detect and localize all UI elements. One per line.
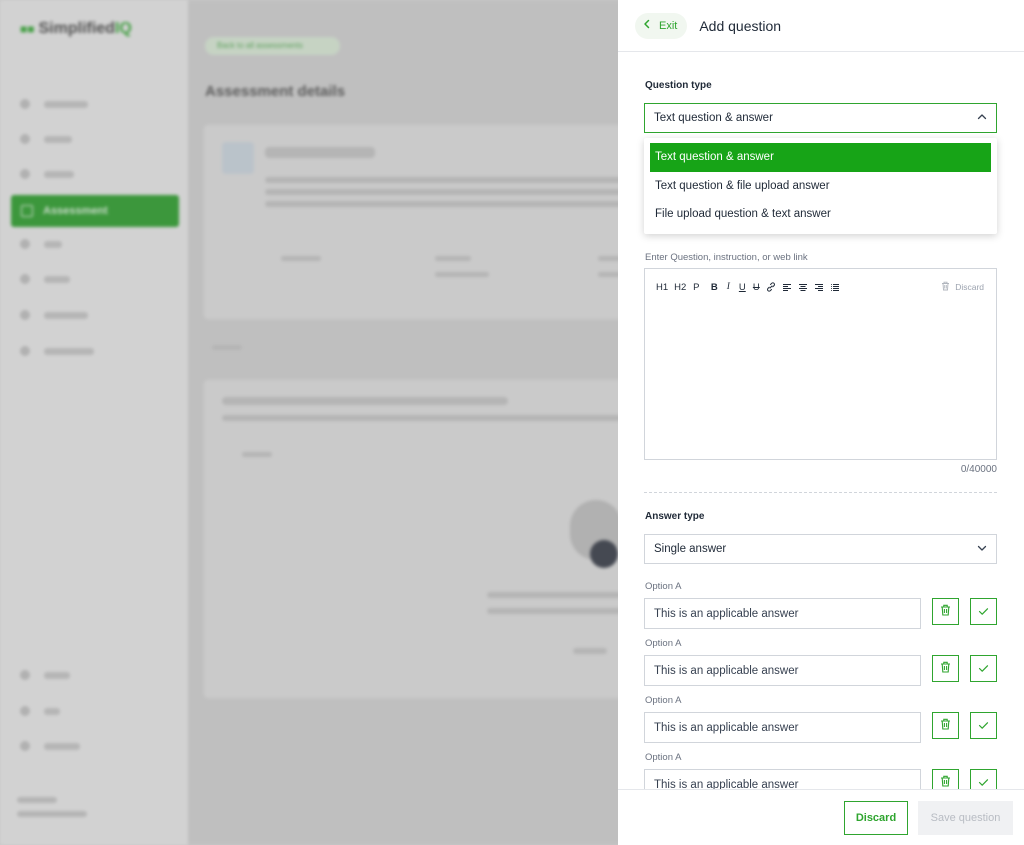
delete-option-button[interactable]	[932, 712, 959, 739]
editor-discard-button[interactable]: Discard	[941, 281, 984, 293]
section-divider	[644, 492, 997, 493]
delete-option-button[interactable]	[932, 598, 959, 625]
link-icon[interactable]	[766, 281, 776, 293]
trash-icon	[940, 660, 951, 678]
heading1-button[interactable]: H1	[656, 281, 668, 293]
save-question-button[interactable]: Save question	[918, 801, 1013, 835]
question-type-option[interactable]: File upload question & text answer	[650, 200, 991, 229]
chevron-up-icon	[977, 112, 987, 124]
delete-option-button[interactable]	[932, 655, 959, 682]
option-input[interactable]: This is an applicable answer	[644, 655, 921, 686]
check-icon	[978, 660, 989, 678]
trash-icon	[941, 281, 950, 293]
bold-button[interactable]: B	[710, 281, 718, 293]
answer-type-value: Single answer	[654, 543, 727, 555]
align-right-icon[interactable]	[814, 281, 824, 293]
chevron-left-icon	[643, 19, 651, 32]
option-input[interactable]: This is an applicable answer	[644, 712, 921, 743]
question-type-dropdown: Text question & answer Text question & f…	[644, 138, 997, 234]
check-icon	[978, 717, 989, 735]
option-label: Option A	[645, 695, 682, 706]
exit-button[interactable]: Exit	[635, 12, 688, 39]
question-type-label: Question type	[645, 80, 712, 91]
editor-discard-label: Discard	[955, 282, 984, 292]
add-question-drawer: Exit Add question Question type Text que…	[618, 0, 1024, 845]
align-left-icon[interactable]	[782, 281, 792, 293]
exit-label: Exit	[659, 19, 678, 32]
mark-correct-button[interactable]	[970, 655, 997, 682]
option-label: Option A	[645, 581, 682, 592]
chevron-down-icon	[977, 543, 987, 555]
option-input[interactable]: This is an applicable answer	[644, 598, 921, 629]
trash-icon	[940, 717, 951, 735]
question-editor[interactable]: H1 H2 P B I U U Discard	[644, 268, 997, 460]
option-label: Option A	[645, 752, 682, 763]
italic-button[interactable]: I	[724, 281, 732, 293]
align-center-icon[interactable]	[798, 281, 808, 293]
drawer-footer: Discard Save question	[618, 789, 1024, 845]
question-type-select[interactable]: Text question & answer	[644, 103, 997, 133]
question-type-value: Text question & answer	[654, 112, 773, 124]
drawer-title: Add question	[699, 17, 782, 34]
heading2-button[interactable]: H2	[674, 281, 686, 293]
modal-backdrop[interactable]	[0, 0, 618, 845]
character-counter: 0/40000	[960, 464, 997, 475]
discard-button[interactable]: Discard	[844, 801, 908, 835]
drawer-header: Exit Add question	[618, 0, 1024, 52]
answer-type-label: Answer type	[645, 511, 705, 522]
editor-toolbar: H1 H2 P B I U U	[656, 281, 840, 293]
question-type-option[interactable]: Text question & file upload answer	[650, 172, 991, 201]
answer-type-select[interactable]: Single answer	[644, 534, 997, 564]
question-editor-hint: Enter Question, instruction, or web link	[645, 252, 808, 263]
paragraph-button[interactable]: P	[692, 281, 700, 293]
check-icon	[978, 603, 989, 621]
strikethrough-button[interactable]: U	[752, 281, 760, 293]
mark-correct-button[interactable]	[970, 598, 997, 625]
list-icon[interactable]	[830, 281, 840, 293]
trash-icon	[940, 603, 951, 621]
option-label: Option A	[645, 638, 682, 649]
underline-button[interactable]: U	[738, 281, 746, 293]
question-type-option[interactable]: Text question & answer	[650, 143, 991, 172]
mark-correct-button[interactable]	[970, 712, 997, 739]
